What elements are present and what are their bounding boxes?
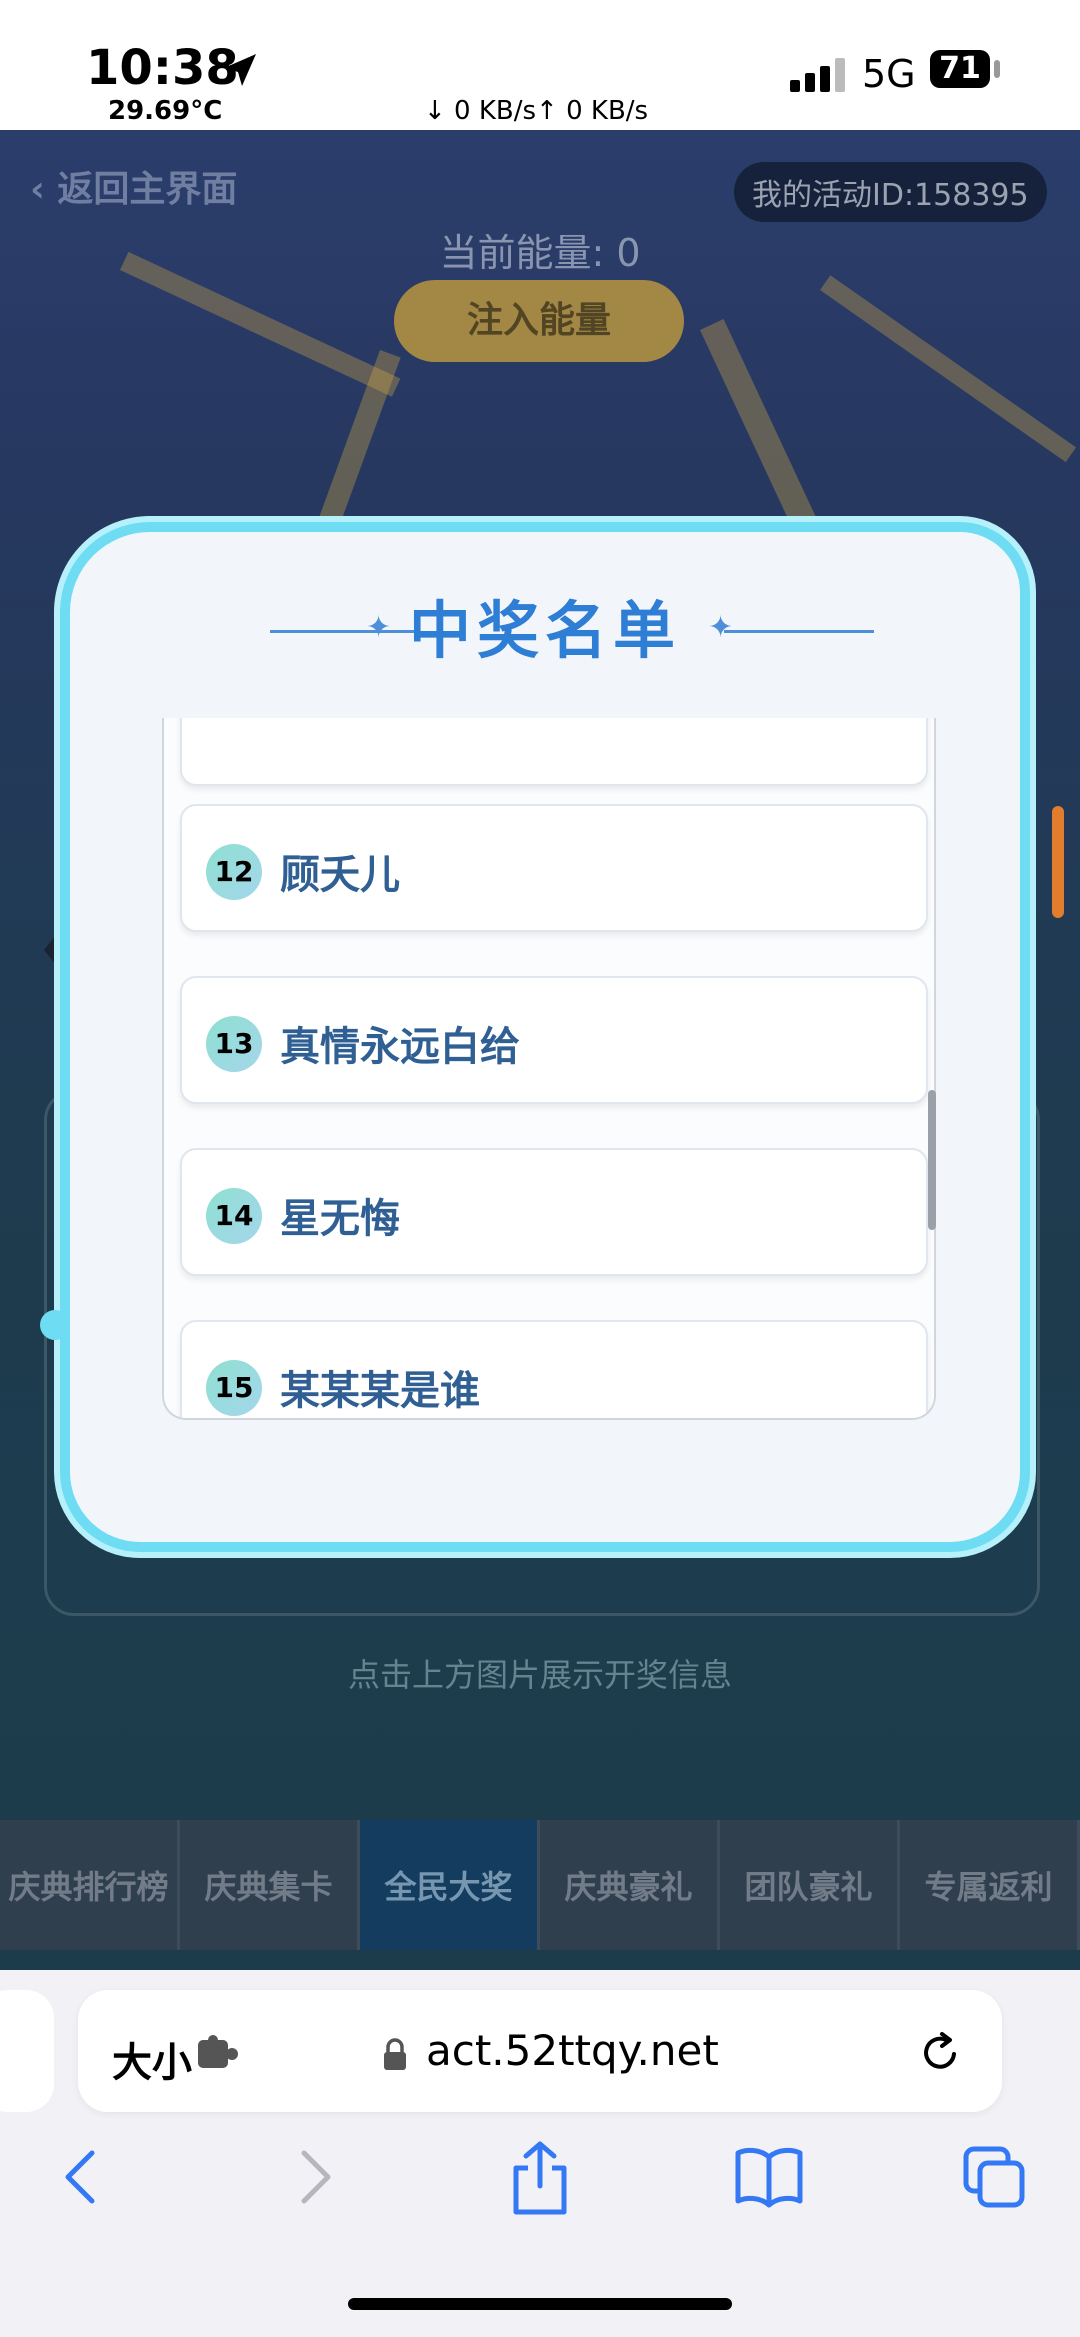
status-time: 10:38 xyxy=(86,40,239,96)
rank-badge: 14 xyxy=(206,1188,262,1244)
status-temperature: 29.69°C xyxy=(108,96,223,126)
tab-celebration-cards[interactable]: 庆典集卡 xyxy=(180,1820,360,1950)
reload-icon[interactable] xyxy=(916,2028,964,2076)
list-item: 15 某某某是谁 xyxy=(180,1320,928,1418)
list-item: 13 真情永远白给 xyxy=(180,976,928,1104)
list-item: 12 顾夭儿 xyxy=(180,804,928,932)
rank-badge: 15 xyxy=(206,1360,262,1416)
rank-badge: 12 xyxy=(206,844,262,900)
inject-energy-button[interactable]: 注入能量 xyxy=(394,280,684,362)
list-item xyxy=(180,718,928,786)
popup-title: 中奖名单 xyxy=(408,594,681,667)
title-decoration-right xyxy=(724,630,874,633)
tab-grand-prize[interactable]: 全民大奖 xyxy=(360,1820,540,1950)
winner-name: 顾夭儿 xyxy=(280,852,400,898)
status-network-speed: ↓ 0 KB/s↑ 0 KB/s xyxy=(424,96,649,126)
share-icon[interactable] xyxy=(508,2140,572,2216)
lock-icon xyxy=(384,2038,406,2070)
winner-name: 真情永远白给 xyxy=(280,1024,520,1070)
location-arrow-icon xyxy=(224,54,256,86)
activity-tab-bar: 庆典排行榜 庆典集卡 全民大奖 庆典豪礼 团队豪礼 专属返利 xyxy=(0,1820,1080,1950)
text-size-button[interactable]: 大小 xyxy=(112,2030,192,2088)
extension-icon[interactable] xyxy=(196,2034,244,2074)
list-item: 14 星无悔 xyxy=(180,1148,928,1276)
status-network-type: 5G xyxy=(862,52,916,96)
back-arrow-icon: ‹ xyxy=(30,169,45,210)
tab-team-gifts[interactable]: 团队豪礼 xyxy=(720,1820,900,1950)
battery-icon: 71 xyxy=(930,50,990,88)
home-indicator xyxy=(348,2298,732,2310)
sparkle-icon: ✦ xyxy=(708,610,734,645)
winner-name: 某某某是谁 xyxy=(280,1368,480,1414)
winner-list-popup: ✦ 中奖名单 ✦ 12 顾夭儿 13 真情永远白给 14 星无悔 15 某某某是… xyxy=(48,518,1042,1568)
draw-info-hint: 点击上方图片展示开奖信息 xyxy=(347,1656,732,1694)
activity-id-badge: 我的活动ID:158395 xyxy=(734,162,1047,222)
page-scrollbar[interactable] xyxy=(1052,806,1064,918)
tab-celebration-gifts[interactable]: 庆典豪礼 xyxy=(540,1820,720,1950)
winner-list[interactable]: 12 顾夭儿 13 真情永远白给 14 星无悔 15 某某某是谁 xyxy=(162,718,936,1420)
back-to-main-button[interactable]: ‹ 返回主界面 xyxy=(30,160,237,212)
url-text[interactable]: act.52ttqy.net xyxy=(426,2026,719,2075)
status-bar: 10:38 29.69°C ↓ 0 KB/s↑ 0 KB/s 5G 71 xyxy=(0,0,1080,130)
list-scrollbar[interactable] xyxy=(928,1090,936,1230)
battery-tip xyxy=(994,60,1000,78)
back-icon[interactable] xyxy=(58,2145,106,2209)
energy-text: 当前能量: 0 xyxy=(439,231,641,275)
bookmarks-icon[interactable] xyxy=(734,2145,804,2209)
cellular-signal-icon xyxy=(790,58,845,92)
rank-badge: 13 xyxy=(206,1016,262,1072)
winner-name: 星无悔 xyxy=(280,1196,400,1242)
back-to-main-label: 返回主界面 xyxy=(57,169,238,210)
forward-icon[interactable] xyxy=(290,2145,338,2209)
water-splash-decoration xyxy=(40,1310,70,1340)
tab-exclusive-rebate[interactable]: 专属返利 xyxy=(900,1820,1080,1950)
tab-celebration-ranking[interactable]: 庆典排行榜 xyxy=(0,1820,180,1950)
tabs-icon[interactable] xyxy=(962,2145,1028,2209)
previous-tab-address-bar[interactable] xyxy=(0,1990,54,2112)
